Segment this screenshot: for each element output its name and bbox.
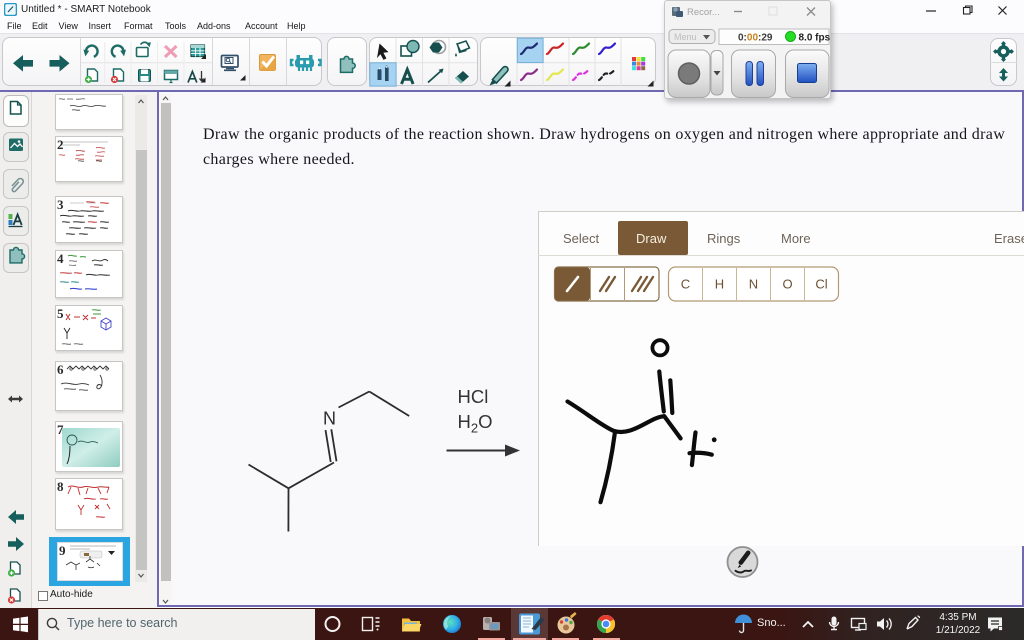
svg-text:8.0 fps: 8.0 fps [798,33,830,44]
svg-text:O: O [782,277,792,292]
svg-text:Recor...: Recor... [687,7,720,18]
svg-text:Cl: Cl [815,277,827,292]
svg-text:N: N [749,277,758,292]
svg-text:Menu: Menu [674,32,697,42]
svg-text:0:00:29: 0:00:29 [738,33,773,44]
svg-text:N: N [323,409,336,429]
svg-text:C: C [681,277,690,292]
svg-text:H: H [715,277,724,292]
